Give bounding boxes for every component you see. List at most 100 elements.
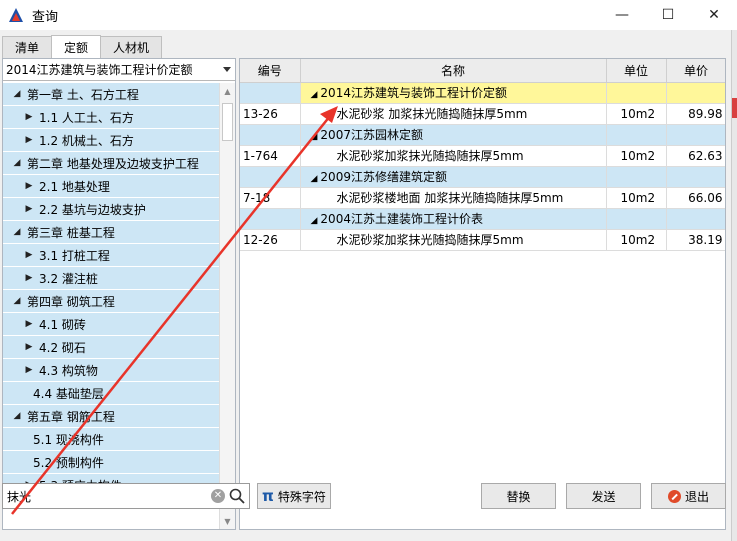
background-window-edge: [732, 30, 737, 541]
expand-arrow-icon[interactable]: ▶: [23, 319, 35, 329]
window-title: 查询: [32, 9, 59, 25]
tree-item[interactable]: 4.4 基础垫层: [3, 382, 219, 405]
cell-code: 7-18: [240, 187, 301, 209]
cell-name-text: 水泥砂浆 加浆抹光随捣随抹厚5mm: [336, 107, 528, 121]
cell-code: 13-26: [240, 103, 301, 125]
cell-unit: 10m2: [606, 103, 667, 125]
cell-name-text: 2004江苏土建装饰工程计价表: [320, 212, 483, 226]
collapse-arrow-icon[interactable]: ◢: [11, 158, 23, 168]
cell-name-text: 水泥砂浆楼地面 加浆抹光随捣随抹厚5mm: [336, 191, 564, 205]
special-characters-button[interactable]: π 特殊字符: [257, 483, 331, 509]
title-bar: 查询 — ☐ ✕: [0, 0, 737, 30]
collapse-arrow-icon[interactable]: ◢: [311, 216, 318, 226]
exit-label: 退出: [684, 489, 709, 504]
tree-item[interactable]: ▶ 3.1 打桩工程: [3, 244, 219, 267]
collapse-arrow-icon[interactable]: ◢: [11, 89, 23, 99]
table-group-row[interactable]: ◢ 2014江苏建筑与装饰工程计价定额: [240, 82, 725, 104]
cell-name: 水泥砂浆楼地面 加浆抹光随捣随抹厚5mm: [300, 187, 607, 209]
replace-button[interactable]: 替换: [481, 483, 556, 509]
tab-bill[interactable]: 清单: [2, 36, 53, 58]
tree-item[interactable]: ▶ 1.1 人工土、石方: [3, 106, 219, 129]
tree-item[interactable]: ▶ 3.2 灌注桩: [3, 267, 219, 290]
results-table: 编号 名称 单位 单价 ◢ 2014江苏建筑与装饰工程计价定额 13-26 水泥砂浆 …: [240, 59, 725, 251]
table-header-row: 编号 名称 单位 单价: [240, 59, 725, 83]
cell-name: ◢ 2007江苏园林定额: [300, 124, 607, 146]
cell-name: 水泥砂浆 加浆抹光随捣随抹厚5mm: [300, 103, 607, 125]
tree-item-label: 第三章 桩基工程: [27, 225, 115, 240]
category-tree: ◢ 第一章 土、石方工程 ▶ 1.1 人工土、石方 ▶ 1.2 机械土、石方 ◢ 第二章 地基…: [3, 83, 219, 529]
tree-item[interactable]: 5.1 现浇构件: [3, 428, 219, 451]
chevron-down-icon[interactable]: [223, 67, 231, 72]
tree-item-label: 第一章 土、石方工程: [27, 87, 139, 102]
cell-unit: 10m2: [606, 229, 667, 251]
tab-labor-material-machine[interactable]: 人材机: [100, 36, 163, 58]
cell-price: 62.63: [666, 145, 725, 167]
column-header-unit[interactable]: 单位: [606, 59, 667, 83]
tree-item[interactable]: ▶ 2.2 基坑与边坡支护: [3, 198, 219, 221]
expand-arrow-icon[interactable]: ▶: [23, 250, 35, 260]
collapse-arrow-icon[interactable]: ◢: [311, 174, 318, 184]
collapse-arrow-icon[interactable]: ◢: [11, 411, 23, 421]
expand-arrow-icon[interactable]: ▶: [23, 365, 35, 375]
table-row[interactable]: 12-26 水泥砂浆加浆抹光随捣随抹厚5mm 10m2 38.19: [240, 229, 725, 251]
expand-arrow-icon[interactable]: ▶: [23, 135, 35, 145]
table-row[interactable]: 13-26 水泥砂浆 加浆抹光随捣随抹厚5mm 10m2 89.98: [240, 103, 725, 125]
maximize-button[interactable]: ☐: [645, 0, 691, 30]
cell-name-text: 2014江苏建筑与装饰工程计价定额: [320, 86, 507, 100]
quota-library-value: 2014江苏建筑与装饰工程计价定额: [6, 63, 193, 77]
expand-arrow-icon[interactable]: ▶: [23, 204, 35, 214]
close-button[interactable]: ✕: [691, 0, 737, 30]
tree-item[interactable]: 5.2 预制构件: [3, 451, 219, 474]
tree-item[interactable]: ◢ 第四章 砌筑工程: [3, 290, 219, 313]
category-panel: 2014江苏建筑与装饰工程计价定额 ◢ 第一章 土、石方工程 ▶ 1.1 人工土、石方…: [2, 58, 236, 530]
tree-item-label: 2.2 基坑与边坡支护: [39, 202, 146, 217]
column-header-code[interactable]: 编号: [240, 59, 301, 83]
exit-button[interactable]: 退出: [651, 483, 726, 509]
tab-strip: 清单 定额 人材机: [2, 35, 163, 58]
tree-item[interactable]: ◢ 第五章 钢筋工程: [3, 405, 219, 428]
cell-code: [240, 208, 301, 230]
tab-quota[interactable]: 定额: [51, 35, 102, 58]
tree-item[interactable]: ▶ 1.2 机械土、石方: [3, 129, 219, 152]
collapse-arrow-icon[interactable]: ◢: [311, 90, 318, 100]
search-input[interactable]: 抹光 ✕: [2, 483, 250, 509]
collapse-arrow-icon[interactable]: ◢: [11, 296, 23, 306]
expand-arrow-icon[interactable]: ▶: [23, 181, 35, 191]
tree-item[interactable]: ◢ 第三章 桩基工程: [3, 221, 219, 244]
collapse-arrow-icon[interactable]: ◢: [311, 132, 318, 142]
cell-name-text: 水泥砂浆加浆抹光随捣随抹厚5mm: [336, 233, 524, 247]
table-row[interactable]: 7-18 水泥砂浆楼地面 加浆抹光随捣随抹厚5mm 10m2 66.06: [240, 187, 725, 209]
cell-unit: 10m2: [606, 187, 667, 209]
search-icon[interactable]: [229, 487, 245, 505]
table-group-row[interactable]: ◢ 2007江苏园林定额: [240, 124, 725, 146]
expand-arrow-icon[interactable]: ▶: [23, 273, 35, 283]
cell-price: 38.19: [666, 229, 725, 251]
column-header-name[interactable]: 名称: [300, 59, 607, 83]
pi-icon: π: [262, 487, 274, 505]
send-button[interactable]: 发送: [566, 483, 641, 509]
expand-arrow-icon[interactable]: ▶: [23, 342, 35, 352]
cell-code: 1-764: [240, 145, 301, 167]
tree-scrollbar[interactable]: ▲ ▼: [219, 83, 235, 529]
tree-item-label: 2.1 地基处理: [39, 179, 110, 194]
tree-item[interactable]: ▶ 4.3 构筑物: [3, 359, 219, 382]
clear-icon[interactable]: ✕: [211, 489, 225, 503]
table-group-row[interactable]: ◢ 2004江苏土建装饰工程计价表: [240, 208, 725, 230]
table-row[interactable]: 1-764 水泥砂浆加浆抹光随捣随抹厚5mm 10m2 62.63: [240, 145, 725, 167]
tree-item[interactable]: ◢ 第二章 地基处理及边坡支护工程: [3, 152, 219, 175]
scroll-up-icon[interactable]: ▲: [220, 83, 235, 99]
tree-item[interactable]: ▶ 4.2 砌石: [3, 336, 219, 359]
tree-item[interactable]: ▶ 4.1 砌砖: [3, 313, 219, 336]
column-header-price[interactable]: 单价: [666, 59, 725, 83]
collapse-arrow-icon[interactable]: ◢: [11, 227, 23, 237]
expand-arrow-icon[interactable]: ▶: [23, 112, 35, 122]
tree-item[interactable]: ▶ 2.1 地基处理: [3, 175, 219, 198]
scroll-down-icon[interactable]: ▼: [220, 513, 235, 529]
tree-item-label: 4.3 构筑物: [39, 363, 98, 378]
scroll-thumb[interactable]: [222, 103, 233, 141]
tree-item[interactable]: ◢ 第一章 土、石方工程: [3, 83, 219, 106]
tree-item-label: 第二章 地基处理及边坡支护工程: [27, 156, 199, 171]
quota-library-dropdown[interactable]: 2014江苏建筑与装饰工程计价定额: [3, 59, 235, 81]
table-group-row[interactable]: ◢ 2009江苏修缮建筑定额: [240, 166, 725, 188]
minimize-button[interactable]: —: [599, 0, 645, 30]
